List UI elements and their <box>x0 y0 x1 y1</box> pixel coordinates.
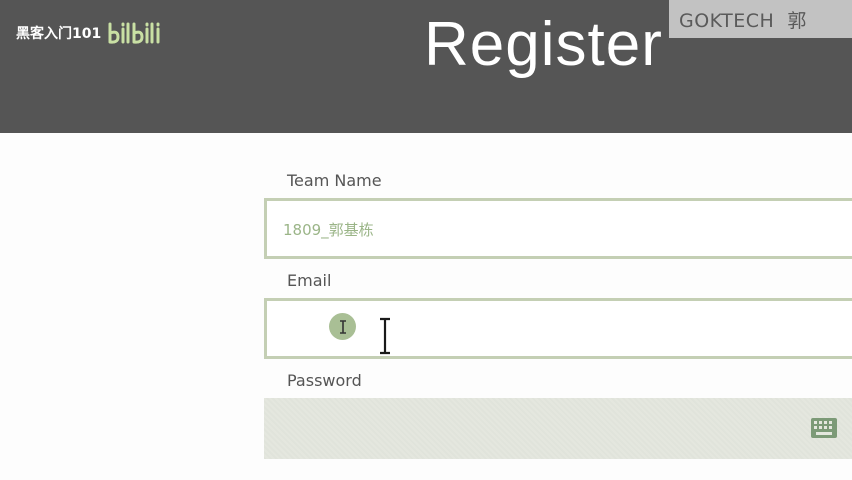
keyboard-icon[interactable] <box>811 418 837 438</box>
password-input[interactable] <box>264 398 852 459</box>
text-cursor-icon <box>339 319 346 334</box>
watermark-right-text: GOKTECH 郭 <box>679 9 807 32</box>
watermark-left: 黑客入门101 <box>16 20 169 46</box>
watermark-left-text: 黑客入门101 <box>16 26 102 42</box>
team-name-input[interactable]: 1809_郭基栋 <box>264 198 852 259</box>
email-label: Email <box>287 271 332 290</box>
password-label: Password <box>287 371 362 390</box>
team-name-value: 1809_郭基栋 <box>283 221 374 239</box>
click-indicator <box>329 313 356 340</box>
watermark-right: GOKTECH 郭 <box>669 0 852 38</box>
ibeam-cursor-icon <box>380 317 390 355</box>
email-input[interactable] <box>264 298 852 359</box>
page-title: Register <box>424 10 663 79</box>
bilibili-logo <box>108 22 160 44</box>
team-name-label: Team Name <box>287 171 382 190</box>
